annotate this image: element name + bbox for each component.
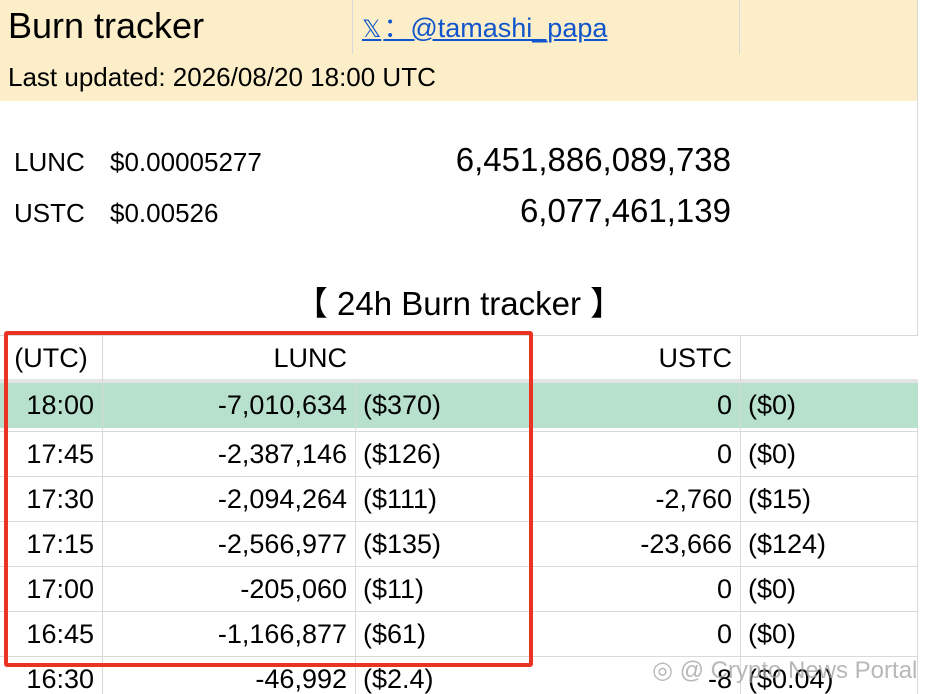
page-title: Burn tracker [8, 5, 205, 46]
cell-lunc-usd: ($61) [363, 619, 427, 649]
cell-lunc-usd: ($370) [363, 390, 442, 420]
cell-lunc: -2,387,146 [217, 439, 347, 469]
cell-lunc: -1,166,877 [217, 619, 347, 649]
cell-ustc: -2,760 [655, 484, 732, 514]
cell-ustc-usd: ($0) [748, 619, 797, 649]
cell-lunc-usd: ($11) [363, 574, 425, 604]
cell-ustc-usd: ($0) [748, 390, 797, 420]
cell-time: 16:45 [26, 619, 94, 649]
cell-lunc-usd: ($2.4) [363, 664, 434, 694]
table-row[interactable]: 16:45 -1,166,877 ($61) 0 ($0) [0, 612, 918, 657]
price-symbol-lunc: LUNC [14, 147, 85, 177]
spreadsheet: Burn tracker 𝕏：@tamashi_papa Last update… [0, 0, 936, 694]
cell-ustc: 0 [716, 574, 732, 604]
gridline [0, 476, 918, 477]
social-handle: ：@tamashi_papa [383, 13, 608, 43]
price-value-lunc: $0.00005277 [110, 147, 262, 177]
cell-ustc: 0 [716, 619, 732, 649]
cell-lunc: -46,992 [255, 664, 347, 694]
cell-lunc-usd: ($111) [363, 484, 438, 514]
cell-ustc: -23,666 [640, 529, 732, 559]
cell-time: 17:00 [26, 574, 94, 604]
supply-ustc: 6,077,461,139 [519, 192, 731, 229]
cell-ustc-usd: ($124) [748, 529, 827, 559]
table-row[interactable]: 18:00 -7,010,634 ($370) 0 ($0) [0, 383, 918, 428]
gridline [0, 431, 918, 432]
price-value-ustc: $0.00526 [110, 198, 219, 228]
social-link[interactable]: 𝕏：@tamashi_papa [362, 11, 607, 46]
supply-lunc: 6,451,886,089,738 [455, 141, 731, 178]
header-ustc: USTC [658, 343, 733, 373]
table-row[interactable]: 17:00 -205,060 ($11) 0 ($0) [0, 567, 918, 612]
cell-lunc-usd: ($135) [363, 529, 442, 559]
cell-ustc-usd: ($15) [748, 484, 812, 514]
section-title: 【 24h Burn tracker 】 [294, 285, 624, 322]
header-lunc: LUNC [273, 343, 347, 373]
cell-time: 17:45 [26, 439, 94, 469]
cell-ustc: 0 [716, 390, 732, 420]
gridline [102, 336, 103, 694]
table-row[interactable]: 17:45 -2,387,146 ($126) 0 ($0) [0, 432, 918, 477]
header-time: (UTC) [14, 343, 88, 373]
header-divider [0, 379, 918, 383]
gridline [0, 611, 918, 612]
cell-ustc-usd: ($0) [748, 439, 797, 469]
cell-lunc: -7,010,634 [217, 390, 347, 420]
cell-lunc: -205,060 [240, 574, 347, 604]
gridline [739, 0, 740, 54]
table-header-row: (UTC) LUNC USTC [0, 336, 918, 381]
gridline [0, 335, 918, 336]
gridline [0, 521, 918, 522]
gridline [740, 336, 741, 694]
table-row[interactable]: 17:15 -2,566,977 ($135) -23,666 ($124) [0, 522, 918, 567]
cell-lunc-usd: ($126) [363, 439, 442, 469]
gridline [355, 383, 356, 694]
cell-time: 17:30 [26, 484, 94, 514]
cell-ustc-usd: ($0) [748, 574, 797, 604]
cell-time: 16:30 [26, 664, 94, 694]
watermark: ◎ @ Crypto News Portal [652, 657, 918, 684]
cell-ustc: 0 [716, 439, 732, 469]
gridline [0, 566, 918, 567]
cell-lunc: -2,566,977 [217, 529, 347, 559]
table-row[interactable]: 17:30 -2,094,264 ($111) -2,760 ($15) [0, 477, 918, 522]
gridline [352, 0, 353, 54]
cell-time: 18:00 [26, 390, 94, 420]
x-logo-icon: 𝕏 [362, 15, 382, 43]
last-updated: Last updated: 2026/08/20 18:00 UTC [8, 62, 436, 92]
price-symbol-ustc: USTC [14, 198, 85, 228]
cell-lunc: -2,094,264 [217, 484, 347, 514]
cell-time: 17:15 [26, 529, 94, 559]
